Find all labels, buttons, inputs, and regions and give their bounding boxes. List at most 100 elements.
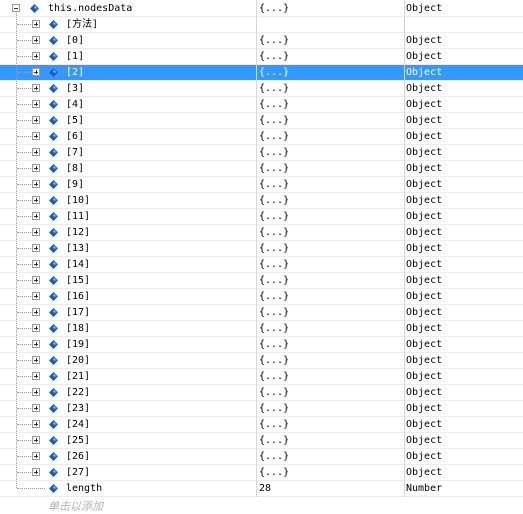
expand-toggle-icon[interactable] [32, 52, 40, 60]
watch-value: {...} [259, 3, 290, 14]
watch-row[interactable]: [15] {...} Object [0, 273, 523, 289]
watch-name: this.nodesData [48, 3, 133, 14]
watch-type: Object [406, 83, 443, 94]
expand-toggle-icon[interactable] [32, 324, 40, 332]
expand-toggle-icon[interactable] [32, 100, 40, 108]
tree-connector [16, 13, 17, 488]
tree-connector [17, 264, 31, 265]
watch-value: {...} [259, 115, 290, 126]
watch-type: Object [406, 35, 443, 46]
watch-row[interactable]: [7] {...} Object [0, 145, 523, 161]
tree-connector [17, 344, 31, 345]
expand-toggle-icon[interactable] [32, 388, 40, 396]
watch-row[interactable]: [16] {...} Object [0, 289, 523, 305]
expand-toggle-icon[interactable] [32, 212, 40, 220]
watch-name: [10] [66, 195, 91, 206]
watch-type: Object [406, 179, 443, 190]
watch-value: {...} [259, 419, 290, 430]
watch-row[interactable]: length 28 Number [0, 481, 523, 497]
watch-row[interactable]: [8] {...} Object [0, 161, 523, 177]
watch-row[interactable]: [3] {...} Object [0, 81, 523, 97]
object-member-icon [49, 452, 58, 461]
object-member-icon [49, 100, 58, 109]
watch-row[interactable]: [10] {...} Object [0, 193, 523, 209]
watch-row[interactable]: [12] {...} Object [0, 225, 523, 241]
expand-toggle-icon[interactable] [32, 308, 40, 316]
watch-type: Object [406, 147, 443, 158]
watch-value: {...} [259, 371, 290, 382]
expand-toggle-icon[interactable] [32, 404, 40, 412]
watch-row[interactable]: [9] {...} Object [0, 177, 523, 193]
watch-type: Object [406, 243, 443, 254]
expand-toggle-icon[interactable] [32, 292, 40, 300]
watch-row-root[interactable]: this.nodesData {...} Object [0, 1, 523, 17]
watch-row[interactable]: [27] {...} Object [0, 465, 523, 481]
expand-toggle-icon[interactable] [32, 20, 40, 28]
watch-value: {...} [259, 147, 290, 158]
object-member-icon [49, 468, 58, 477]
watch-name: [27] [66, 467, 91, 478]
tree-connector [17, 136, 31, 137]
expand-toggle-icon[interactable] [32, 228, 40, 236]
expand-toggle-icon[interactable] [32, 36, 40, 44]
watch-row[interactable]: [20] {...} Object [0, 353, 523, 369]
expand-toggle-icon[interactable] [32, 68, 40, 76]
expand-toggle-icon[interactable] [32, 276, 40, 284]
object-member-icon [49, 484, 58, 493]
watch-type: Object [406, 355, 443, 366]
expand-toggle-icon[interactable] [32, 132, 40, 140]
expand-toggle-icon[interactable] [32, 340, 40, 348]
expand-toggle-icon[interactable] [32, 148, 40, 156]
expand-toggle-icon[interactable] [32, 372, 40, 380]
expand-toggle-icon[interactable] [32, 116, 40, 124]
watch-type: Object [406, 323, 443, 334]
watch-row[interactable]: [1] {...} Object [0, 49, 523, 65]
expand-toggle-icon[interactable] [32, 260, 40, 268]
expand-toggle-icon[interactable] [32, 436, 40, 444]
object-member-icon [49, 164, 58, 173]
watch-name: [6] [66, 131, 85, 142]
watch-row[interactable]: [方法] [0, 17, 523, 33]
watch-name: [13] [66, 243, 91, 254]
watch-name: [14] [66, 259, 91, 270]
watch-row[interactable]: [19] {...} Object [0, 337, 523, 353]
watch-row[interactable]: [14] {...} Object [0, 257, 523, 273]
watch-value: {...} [259, 179, 290, 190]
watch-type: Object [406, 131, 443, 142]
watch-type: Object [406, 403, 443, 414]
tree-connector [17, 120, 31, 121]
watch-row[interactable]: [22] {...} Object [0, 385, 523, 401]
tree-connector [17, 88, 31, 89]
watch-row[interactable]: [21] {...} Object [0, 369, 523, 385]
watch-row[interactable]: [25] {...} Object [0, 433, 523, 449]
add-watch-hint[interactable]: 单击以添加 [48, 498, 103, 514]
watch-row[interactable]: [23] {...} Object [0, 401, 523, 417]
watch-name: [方法] [66, 19, 99, 30]
expand-toggle-icon[interactable] [32, 180, 40, 188]
expand-toggle-icon[interactable] [32, 164, 40, 172]
watch-row[interactable]: [5] {...} Object [0, 113, 523, 129]
expand-toggle-icon[interactable] [32, 468, 40, 476]
watch-row[interactable]: [24] {...} Object [0, 417, 523, 433]
watch-row[interactable]: [0] {...} Object [0, 33, 523, 49]
watch-row[interactable]: [2] {...} Object [0, 65, 523, 81]
expand-toggle-icon[interactable] [32, 356, 40, 364]
watch-row[interactable]: [13] {...} Object [0, 241, 523, 257]
collapse-toggle-icon[interactable] [12, 4, 20, 12]
expand-toggle-icon[interactable] [32, 452, 40, 460]
object-member-icon [49, 84, 58, 93]
watch-row[interactable]: [6] {...} Object [0, 129, 523, 145]
watch-row[interactable]: [4] {...} Object [0, 97, 523, 113]
watch-row[interactable]: [17] {...} Object [0, 305, 523, 321]
watch-type: Object [406, 163, 443, 174]
watch-row[interactable]: [26] {...} Object [0, 449, 523, 465]
expand-toggle-icon[interactable] [32, 196, 40, 204]
watch-row[interactable]: [18] {...} Object [0, 321, 523, 337]
watch-value: {...} [259, 467, 290, 478]
expand-toggle-icon[interactable] [32, 244, 40, 252]
object-member-icon [49, 132, 58, 141]
watch-name: [23] [66, 403, 91, 414]
watch-row[interactable]: [11] {...} Object [0, 209, 523, 225]
expand-toggle-icon[interactable] [32, 84, 40, 92]
expand-toggle-icon[interactable] [32, 420, 40, 428]
